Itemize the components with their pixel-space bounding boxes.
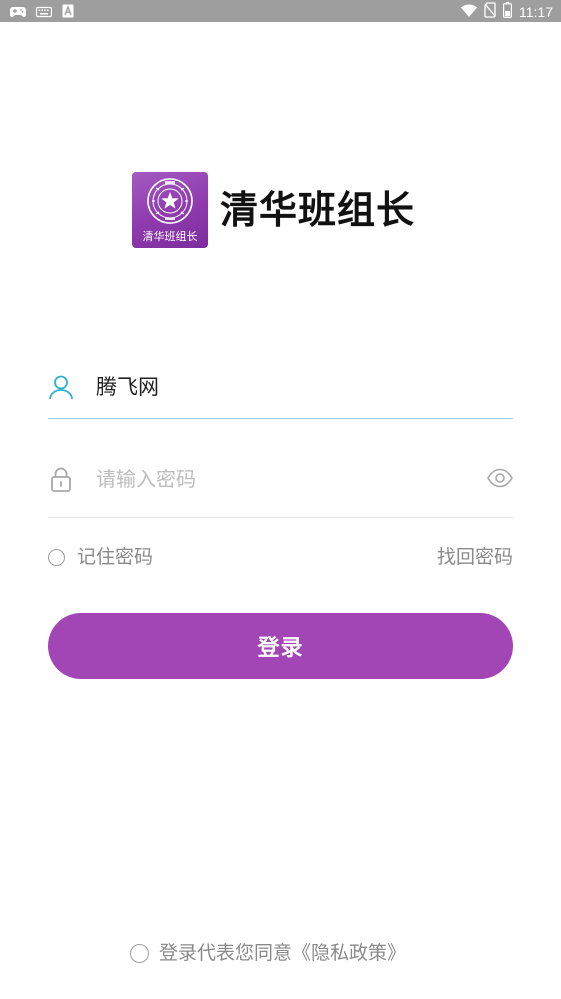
agreement-radio[interactable] <box>130 943 149 963</box>
gamepad-icon <box>10 3 26 22</box>
logo-tile: 清华班组长 <box>132 172 208 248</box>
app-logo: 清华班组长 清华班组长 <box>132 172 415 248</box>
agreement-label[interactable]: 登录代表您同意《隐私政策》 <box>159 936 406 970</box>
options-row: 记住密码 找回密码 <box>48 540 513 574</box>
forgot-password-link[interactable]: 找回密码 <box>437 540 513 574</box>
username-field[interactable]: 腾飞网 <box>48 356 513 419</box>
no-sim-icon <box>484 2 496 22</box>
university-seal-icon <box>147 178 193 228</box>
status-bar: 11:17 <box>0 0 561 22</box>
app-title: 清华班组长 <box>220 188 416 232</box>
status-right-icons: 11:17 <box>461 2 553 22</box>
a-letter-icon <box>62 3 74 22</box>
logo-tile-label: 清华班组长 <box>142 230 198 243</box>
battery-icon <box>503 2 513 22</box>
username-value[interactable]: 腾飞网 <box>96 372 159 402</box>
password-field[interactable] <box>48 448 513 518</box>
wifi-icon <box>461 3 477 22</box>
remember-password-toggle[interactable]: 记住密码 <box>48 540 153 574</box>
lock-icon <box>48 466 74 496</box>
status-left-icons <box>10 3 74 22</box>
password-input[interactable] <box>96 464 476 494</box>
privacy-agreement[interactable]: 登录代表您同意《隐私政策》 <box>130 936 406 970</box>
keyboard-icon <box>35 3 53 22</box>
remember-radio[interactable] <box>48 548 65 566</box>
eye-icon[interactable] <box>487 468 513 492</box>
status-time: 11:17 <box>519 4 553 20</box>
login-button[interactable]: 登录 <box>48 613 513 679</box>
remember-password-label: 记住密码 <box>77 546 154 568</box>
user-icon <box>48 374 74 404</box>
